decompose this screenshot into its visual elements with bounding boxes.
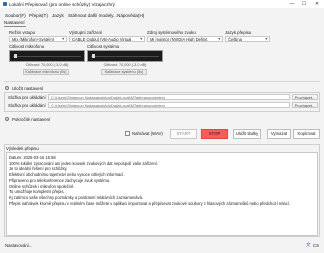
language-indicator: CS [313, 243, 319, 248]
tab-settings[interactable]: Nastavení [4, 20, 25, 25]
menu-language[interactable]: Jazyk [52, 13, 64, 18]
menu-help[interactable]: Nápověda(H) [117, 13, 144, 18]
save-settings-header[interactable]: Uložit nastavení [12, 86, 43, 91]
system-source-select[interactable]: Mi monitor (NVIDIA High Definit ▼ [147, 36, 223, 42]
browse-button[interactable]: Procházet... [292, 102, 318, 108]
language-select[interactable]: Čeština ▼ [225, 36, 270, 42]
transcription-text[interactable]: Datum: 2026-03-16 15:58 100% lokální zpr… [6, 152, 318, 236]
menu-bar: Soubor(F) Přepis(T) Jazyk Stáhnout další… [0, 11, 324, 18]
system-level-meter [87, 50, 163, 62]
system-slider-track [91, 56, 159, 57]
mic-slider-track [13, 56, 81, 57]
save-folder-label: Složka pro ukládání [8, 95, 46, 100]
tab-underline [4, 26, 26, 27]
save-folder-input[interactable]: C:\Users\Shigenon Nakasawa\AppData\Local… [48, 102, 290, 108]
maximize-button[interactable]: ☐ [300, 1, 308, 7]
system-slider-handle[interactable] [92, 54, 95, 58]
input-mode-label: Režim vstupu [9, 30, 36, 35]
translate-icon[interactable]: 文 [306, 242, 311, 248]
transcription-title: Výsledek přepisu [6, 146, 39, 151]
mic-slider-handle[interactable] [14, 54, 17, 58]
record-wav-label: Nahrávat (WAV) [132, 131, 163, 136]
output-device-select[interactable]: CABLE Output (VB-Audio Virtual ▼ [69, 36, 145, 42]
app-icon [3, 2, 7, 6]
minimize-button[interactable]: — [288, 1, 296, 7]
window-title: Lokální Přepisovač (pro online schůzky) … [9, 1, 115, 7]
stop-button[interactable]: STOP [201, 129, 228, 139]
expand-icon[interactable]: ⌄ [5, 117, 9, 121]
calibrate-system-button[interactable]: Kalibrace systému (5s) [101, 69, 147, 75]
menu-file[interactable]: Soubor(F) [5, 13, 26, 18]
output-device-label: Výstupní zařízení [69, 30, 103, 35]
collapse-icon[interactable]: ⌃ [5, 86, 9, 90]
start-button[interactable]: START [170, 129, 197, 139]
menu-transcribe[interactable]: Přepis(T) [29, 13, 48, 18]
input-mode-value: Mix (Mikrofon+Systém) [12, 37, 54, 42]
transcript-line: Přepis nahrávek kromě přepisu v reálném … [9, 200, 291, 206]
advanced-settings-header[interactable]: Pokročilé nastavení [12, 117, 50, 122]
record-wav-checkbox[interactable] [125, 131, 130, 136]
calibrate-mic-button[interactable]: Kalibrace mikrofonu (5s) [23, 69, 69, 75]
mic-sensitivity-label: Citlivost mikrofonu [9, 44, 45, 49]
save-folder-label: Složka pro ukládání [8, 103, 46, 108]
clear-button[interactable]: Vymazat [267, 129, 291, 139]
copy-button[interactable]: Kopírovat [293, 129, 320, 139]
menu-download-models[interactable]: Stáhnout další modely... [68, 13, 117, 18]
chevron-down-icon: ▼ [61, 37, 65, 41]
chevron-down-icon: ▼ [217, 37, 221, 41]
save-subtitles-button[interactable]: Uložit titulky [233, 129, 261, 139]
system-source-value: Mi monitor (NVIDIA High Definit [150, 37, 208, 42]
system-source-label: Zdroj systémového zvuku [147, 30, 196, 35]
browse-button[interactable]: Procházet... [292, 94, 318, 100]
mic-level-meter [9, 50, 85, 62]
title-bar: Lokální Přepisovač (pro online schůzky) … [0, 0, 324, 8]
chevron-down-icon: ▼ [264, 37, 268, 41]
save-folder-input[interactable]: C:\Users\Shigenon Nakasawa\AppData\Local… [48, 94, 290, 100]
status-bar: Nastavování... 文 CS [0, 239, 324, 253]
divider [4, 81, 320, 82]
language-label: Jazyk přepisu [225, 30, 252, 35]
input-mode-select[interactable]: Mix (Mikrofon+Systém) ▼ [9, 36, 67, 42]
language-value: Čeština [228, 37, 242, 42]
status-text: Nastavování... [5, 243, 33, 248]
close-button[interactable]: ✕ [313, 1, 321, 7]
system-sensitivity-label: Citlivost systému [87, 44, 120, 49]
output-device-value: CABLE Output (VB-Audio Virtual [72, 37, 132, 42]
chevron-down-icon: ▼ [139, 37, 143, 41]
